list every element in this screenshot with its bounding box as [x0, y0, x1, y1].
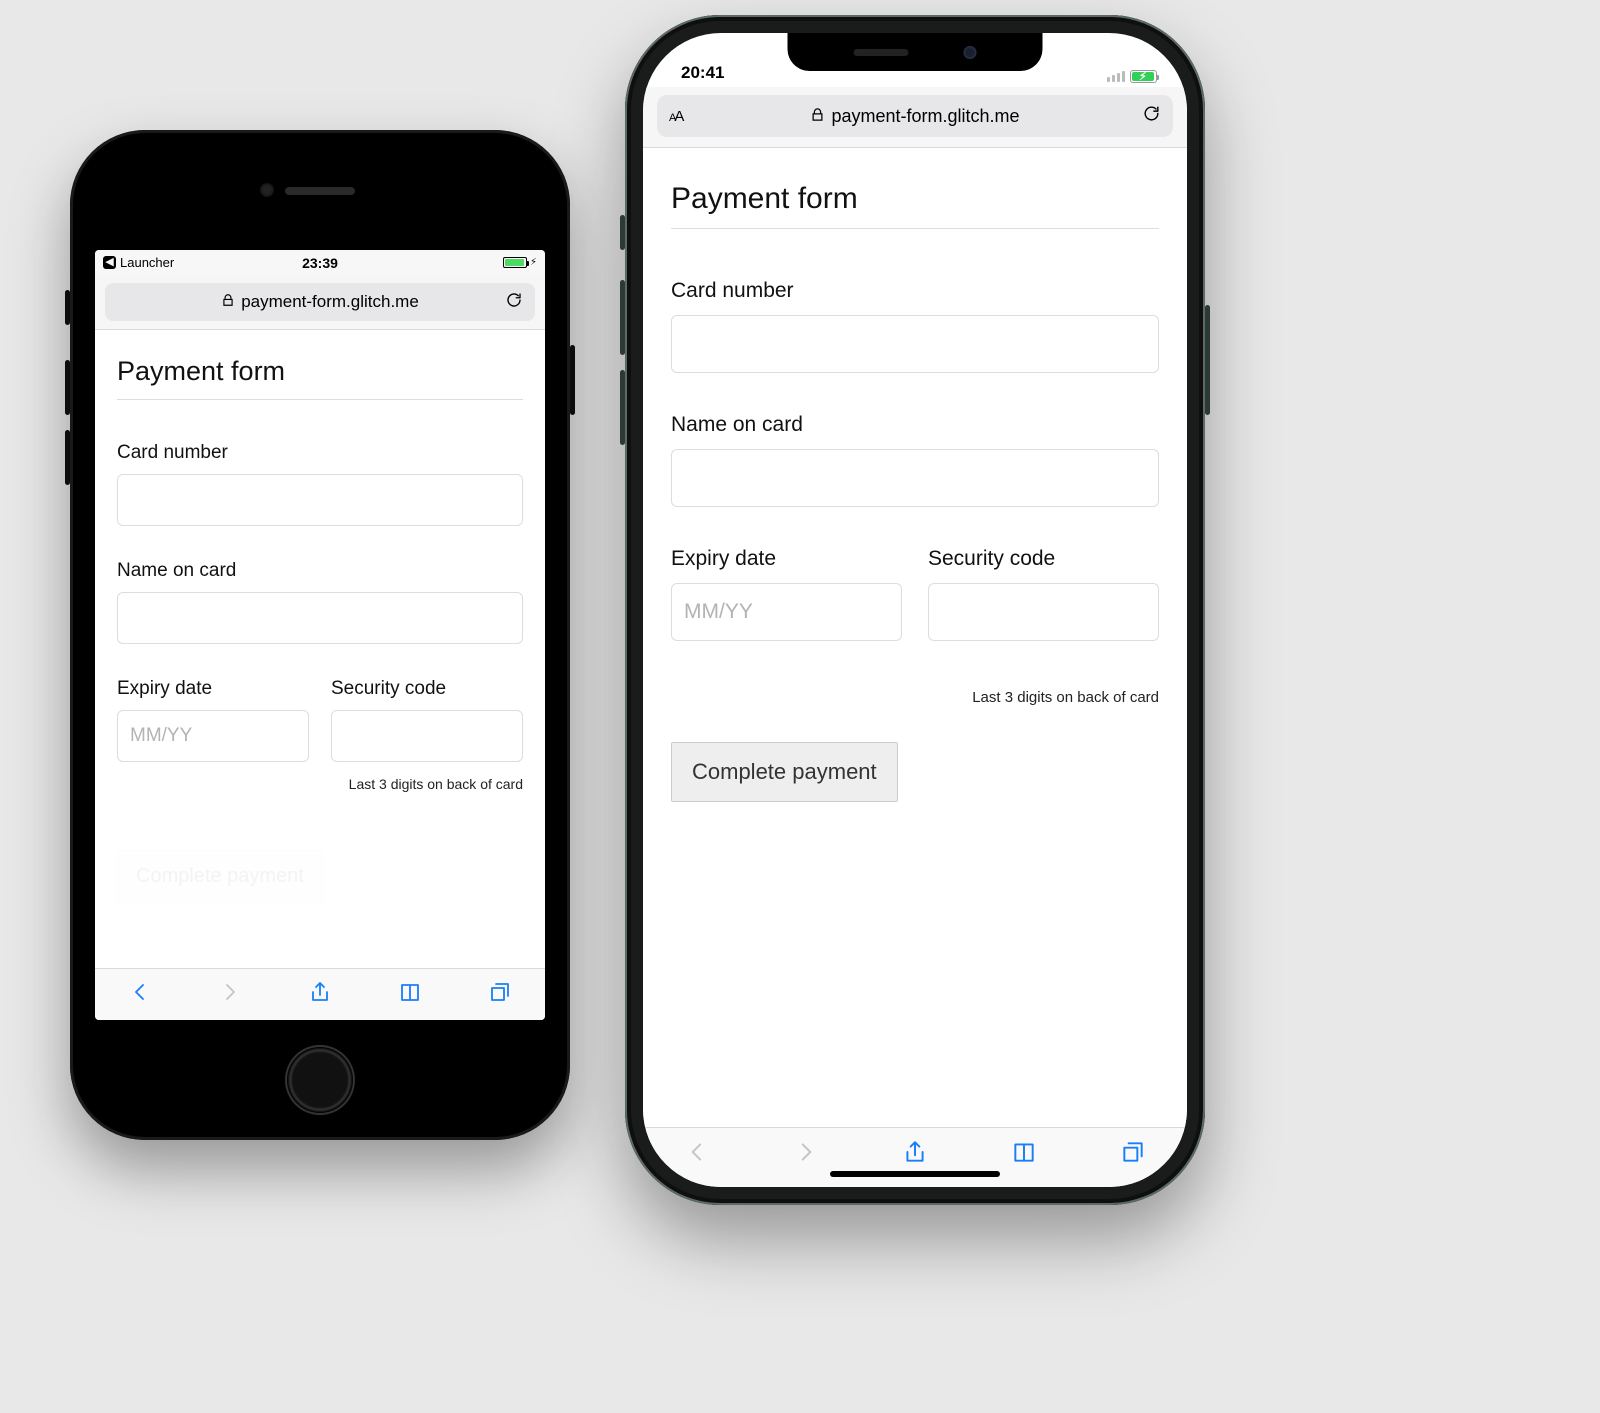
battery-icon — [503, 257, 527, 268]
earpiece — [285, 187, 355, 195]
url-field[interactable]: AA payment-form.glitch.me — [657, 95, 1173, 137]
page-title: Payment form — [117, 356, 523, 400]
card-number-label: Card number — [671, 279, 1159, 303]
name-on-card-input[interactable] — [117, 592, 523, 644]
home-indicator[interactable] — [830, 1171, 1000, 1177]
card-number-input[interactable] — [117, 474, 523, 526]
expiry-label: Expiry date — [117, 678, 309, 700]
safari-address-bar: AA payment-form.glitch.me — [643, 87, 1187, 148]
tabs-button[interactable] — [488, 980, 512, 1009]
battery-icon: ⚡︎ — [1130, 70, 1157, 83]
power-button — [1205, 305, 1210, 415]
safari-toolbar — [643, 1127, 1187, 1187]
reload-icon[interactable] — [505, 291, 523, 314]
bookmarks-button[interactable] — [398, 980, 422, 1009]
name-on-card-label: Name on card — [671, 413, 1159, 437]
page-content: Payment form Card number Name on card Ex… — [643, 148, 1187, 1127]
safari-toolbar — [95, 968, 545, 1020]
forward-button[interactable] — [793, 1139, 819, 1170]
cvc-hint: Last 3 digits on back of card — [117, 776, 523, 792]
url-field[interactable]: AA payment-form.glitch.me — [105, 283, 535, 321]
url-text: payment-form.glitch.me — [241, 292, 419, 312]
tabs-button[interactable] — [1120, 1139, 1146, 1170]
power-button — [570, 345, 575, 415]
page-title: Payment form — [671, 182, 1159, 229]
bookmarks-button[interactable] — [1011, 1139, 1037, 1170]
status-time: 20:41 — [681, 63, 724, 83]
front-camera — [964, 46, 977, 59]
cvc-label: Security code — [928, 547, 1159, 571]
screen: 20:41 ⚡︎ AA payment-form.glitch.me — [643, 33, 1187, 1187]
iphone-7-device: ◀ Launcher 23:39 ⚡︎ AA payment-form.glit… — [70, 130, 570, 1140]
card-number-input[interactable] — [671, 315, 1159, 373]
forward-button[interactable] — [218, 980, 242, 1009]
page-content: Payment form Card number Name on card Ex… — [95, 330, 545, 968]
earpiece — [854, 49, 909, 56]
charging-icon: ⚡︎ — [1139, 70, 1147, 83]
lock-icon — [221, 292, 235, 312]
back-button[interactable] — [684, 1139, 710, 1170]
complete-payment-button[interactable]: Complete payment — [117, 850, 323, 903]
volume-down-button — [620, 370, 625, 445]
screen: ◀ Launcher 23:39 ⚡︎ AA payment-form.glit… — [95, 250, 545, 1020]
volume-down-button — [65, 430, 70, 485]
url-text: payment-form.glitch.me — [831, 106, 1019, 127]
volume-up-button — [620, 280, 625, 355]
front-camera — [260, 183, 274, 197]
reload-icon[interactable] — [1142, 104, 1161, 128]
cellular-signal-icon — [1107, 71, 1125, 82]
back-to-app-icon[interactable]: ◀ — [103, 256, 116, 269]
expiry-input[interactable] — [117, 710, 309, 762]
safari-address-bar: AA payment-form.glitch.me — [95, 275, 545, 330]
complete-payment-button[interactable]: Complete payment — [671, 742, 898, 802]
back-to-app-label[interactable]: Launcher — [120, 255, 174, 270]
expiry-label: Expiry date — [671, 547, 902, 571]
mute-switch — [620, 215, 625, 250]
cvc-hint: Last 3 digits on back of card — [671, 689, 1159, 706]
name-on-card-input[interactable] — [671, 449, 1159, 507]
cvc-input[interactable] — [331, 710, 523, 762]
name-on-card-label: Name on card — [117, 560, 523, 582]
mute-switch — [65, 290, 70, 325]
notch — [788, 33, 1043, 71]
cvc-label: Security code — [331, 678, 523, 700]
expiry-input[interactable] — [671, 583, 902, 641]
status-bar: ◀ Launcher 23:39 ⚡︎ — [95, 250, 545, 275]
share-button[interactable] — [308, 980, 332, 1009]
lock-icon — [810, 106, 825, 127]
iphone-11-device: 20:41 ⚡︎ AA payment-form.glitch.me — [625, 15, 1205, 1205]
share-button[interactable] — [902, 1139, 928, 1170]
home-button[interactable] — [285, 1045, 355, 1115]
status-time: 23:39 — [302, 255, 338, 271]
cvc-input[interactable] — [928, 583, 1159, 641]
card-number-label: Card number — [117, 442, 523, 464]
text-size-icon[interactable]: AA — [669, 108, 682, 125]
charging-icon: ⚡︎ — [530, 257, 537, 268]
back-button[interactable] — [128, 980, 152, 1009]
volume-up-button — [65, 360, 70, 415]
